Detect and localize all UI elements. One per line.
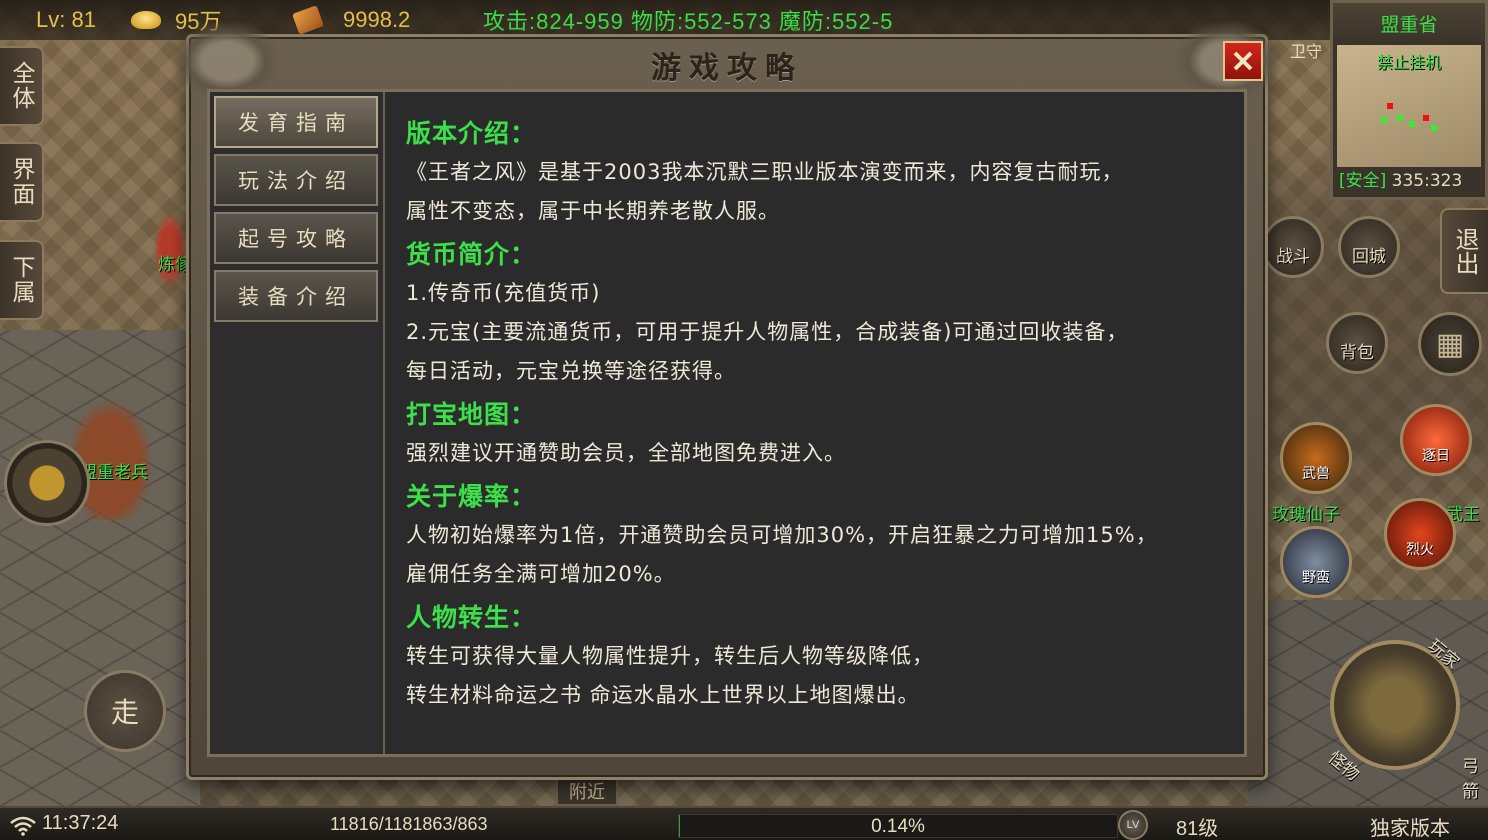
guide-section: 打宝地图： 强烈建议开通赞助会员，全部地图免费进入。 — [406, 395, 1232, 473]
hp-mp-readout: 11816/1181863/863 — [330, 814, 488, 834]
game-guide-dialog: 游戏攻略 发育指南 玩法介绍 起号攻略 装备介绍 版本介绍： 《王者之风》是基于2… — [167, 17, 1287, 780]
level-badge-icon: LV — [1118, 810, 1148, 840]
yuanbao-ticket-icon — [292, 5, 324, 35]
level-label: 81级 — [1176, 818, 1219, 840]
section-line: 转生可获得大量人物属性提升，转生后人物等级降低， — [406, 644, 934, 668]
guard-label: 卫守 — [1290, 42, 1323, 61]
section-title: 货币简介： — [406, 240, 537, 269]
skill-zhuri-button[interactable]: 逐日 — [1400, 404, 1472, 476]
nearby-tab[interactable]: 附近 — [556, 776, 618, 806]
skill-yeman-button[interactable]: 野蛮 — [1280, 526, 1352, 598]
exit-button[interactable]: 退出 — [1440, 208, 1488, 294]
player-name-label: 玫瑰仙子 — [1272, 505, 1340, 525]
menu-item-equipment[interactable]: 装备介绍 — [214, 270, 378, 322]
player-level: Lv: 81 — [36, 7, 96, 32]
combat-stats: 攻击:824-959 物防:552-573 魔防:552-5 — [483, 9, 894, 34]
npc-veteran-label[interactable]: 盟重老兵 — [80, 458, 148, 483]
section-title: 关于爆率： — [406, 482, 537, 511]
section-line: 转生材料命运之书 命运水晶水上世界以上地图爆出。 — [406, 683, 920, 707]
map-coordinates: [安全] 335:323 — [1339, 171, 1463, 191]
guide-section: 人物转生： 转生可获得大量人物属性提升，转生后人物等级降低， 转生材料命运之书 命运… — [406, 598, 1232, 715]
section-line: 雇佣任务全满可增加20%。 — [406, 562, 676, 586]
exp-percent: 0.14% — [871, 816, 925, 837]
close-button[interactable] — [1223, 41, 1263, 81]
bow-label: 弓箭 — [1462, 757, 1479, 802]
tab-interface[interactable]: 界面 — [0, 142, 44, 222]
section-line: 属性不变态，属于中长期养老散人服。 — [406, 199, 780, 223]
menu-item-gameplay[interactable]: 玩法介绍 — [214, 154, 378, 206]
minimap[interactable]: 盟重省 禁止挂机 [安全] 335:323 — [1330, 0, 1488, 200]
section-title: 人物转生： — [406, 603, 537, 632]
close-icon — [1233, 51, 1253, 71]
map-notice: 禁止挂机 — [1376, 53, 1441, 72]
gold-ingot-icon — [131, 11, 161, 29]
tab-all[interactable]: 全体 — [0, 46, 44, 126]
battle-button[interactable]: 战斗 — [1262, 216, 1324, 278]
guide-section: 版本介绍： 《王者之风》是基于2003我本沉默三职业版本演变而来，内容复古耐玩， 属… — [406, 114, 1232, 231]
section-line: 1.传奇币(充值货币) — [406, 281, 601, 305]
guide-section: 关于爆率： 人物初始爆率为1倍，开通赞助会员可增加30%，开启狂暴之力可增加15%… — [406, 477, 1232, 594]
bag-button[interactable]: 背包 — [1326, 312, 1388, 374]
guide-menu: 发育指南 玩法介绍 起号攻略 装备介绍 — [210, 92, 385, 754]
section-line: 人物初始爆率为1倍，开通赞助会员可增加30%，开启狂暴之力可增加15%， — [406, 523, 1158, 547]
section-line: 每日活动，元宝兑换等途径获得。 — [406, 359, 736, 383]
minimap-view[interactable]: 禁止挂机 — [1337, 45, 1481, 167]
section-title: 打宝地图： — [406, 400, 537, 429]
exp-bar: 0.14% — [678, 814, 1118, 838]
character-portrait-icon[interactable] — [4, 440, 90, 526]
dialog-body: 发育指南 玩法介绍 起号攻略 装备介绍 版本介绍： 《王者之风》是基于2003我本… — [207, 89, 1247, 757]
walk-button[interactable]: 走 — [84, 670, 166, 752]
guide-content: 版本介绍： 《王者之风》是基于2003我本沉默三职业版本演变而来，内容复古耐玩， 属… — [406, 114, 1232, 744]
skill-liehuo-button[interactable]: 烈火 — [1384, 498, 1456, 570]
return-city-button[interactable]: 回城 — [1338, 216, 1400, 278]
safe-zone-label: [安全] — [1339, 171, 1387, 191]
menu-item-starter-strategy[interactable]: 起号攻略 — [214, 212, 378, 264]
map-region-name: 盟重省 — [1333, 3, 1485, 43]
clock-time: 11:37:24 — [42, 812, 119, 834]
guide-section: 货币简介： 1.传奇币(充值货币) 2.元宝(主要流通货币，可用于提升人物属性，合成… — [406, 235, 1232, 391]
tab-subordinate[interactable]: 下属 — [0, 240, 44, 320]
section-line: 《王者之风》是基于2003我本沉默三职业版本演变而来，内容复古耐玩， — [406, 160, 1124, 184]
section-line: 2.元宝(主要流通货币，可用于提升人物属性，合成装备)可通过回收装备， — [406, 320, 1129, 344]
yuanbao-amount: 9998.2 — [343, 7, 411, 32]
section-title: 版本介绍： — [406, 119, 537, 148]
menu-item-growth-guide[interactable]: 发育指南 — [214, 96, 378, 148]
version-label: 独家版本 — [1370, 818, 1450, 840]
skill-wushou-button[interactable]: 武兽 — [1280, 422, 1352, 494]
wifi-icon — [10, 816, 36, 836]
dialog-title: 游戏攻略 — [651, 51, 803, 86]
bottom-status-bar: 11:37:24 11816/1181863/863 0.14% LV 81级 … — [0, 806, 1488, 840]
section-line: 强烈建议开通赞助会员，全部地图免费进入。 — [406, 441, 846, 465]
menu-grid-icon[interactable]: ▦ — [1418, 312, 1482, 376]
